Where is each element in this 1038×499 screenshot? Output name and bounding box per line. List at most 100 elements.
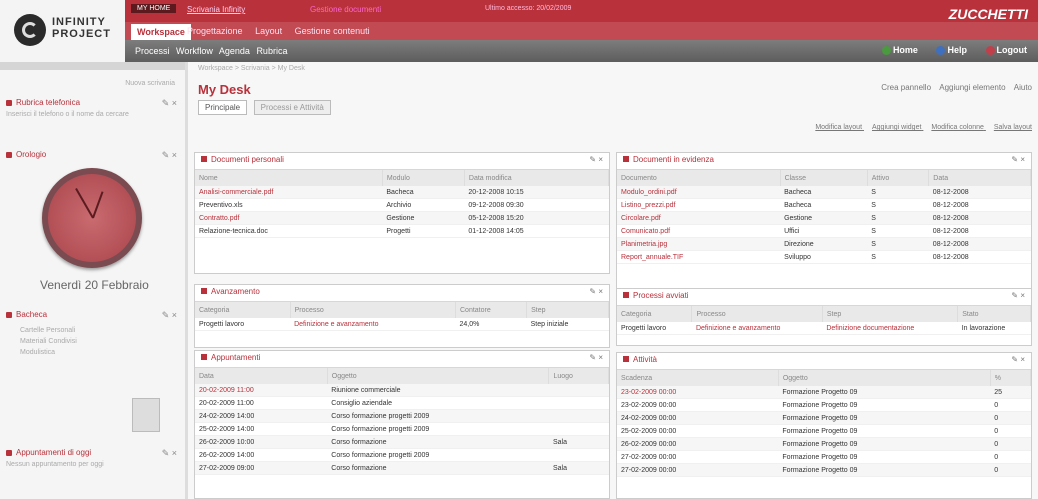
- table-row[interactable]: Report_annuale.TIF Sviluppo S 08-12-2008: [617, 250, 1031, 264]
- col-header[interactable]: Nome: [195, 170, 383, 186]
- col-header[interactable]: Scadenza: [617, 370, 779, 386]
- table-row[interactable]: Modulo_ordini.pdf Bacheca S 08-12-2008: [617, 186, 1031, 199]
- table-row[interactable]: Listino_prezzi.pdf Bacheca S 08-12-2008: [617, 198, 1031, 212]
- table-row[interactable]: Preventivo.xls Archivio 09-12-2008 09:30: [195, 198, 609, 212]
- top-bar: MY HOME Scrivania Infinity Gestione docu…: [125, 0, 1038, 22]
- col-header[interactable]: Data: [195, 368, 328, 384]
- table-row[interactable]: Progetti lavoro Definizione e avanzamento…: [617, 322, 1031, 335]
- table-row[interactable]: 25-02-2009 14:00 Corso formazione progett…: [195, 422, 609, 436]
- edit-columns-link[interactable]: Modifica colonne: [931, 124, 984, 131]
- bacheca-title: Bacheca: [6, 310, 179, 319]
- table-row[interactable]: 23-02-2009 00:00 Formazione Progetto 09 0: [617, 398, 1031, 412]
- section-controls[interactable]: ✎ ×: [162, 150, 177, 161]
- table-row[interactable]: 20-02-2009 11:00 Riunione commerciale: [195, 384, 609, 397]
- col-header[interactable]: Data modifica: [464, 170, 610, 186]
- tab-workspace[interactable]: Workspace: [131, 24, 191, 40]
- table-row[interactable]: 26-02-2009 10:00 Corso formazione Sala: [195, 435, 609, 449]
- col-header[interactable]: Classe: [780, 170, 868, 186]
- widget-controls[interactable]: ✎ ×: [1011, 355, 1025, 364]
- table-row[interactable]: Comunicato.pdf Uffici S 08-12-2008: [617, 224, 1031, 238]
- table-row[interactable]: 25-02-2009 00:00 Formazione Progetto 09 0: [617, 424, 1031, 438]
- col-header[interactable]: Categoria: [617, 306, 693, 322]
- activities-widget: Attività ✎ × Scadenza Oggetto% 23-02-2009 …: [616, 352, 1032, 499]
- table-row[interactable]: Progetti lavoro Definizione e avanzamento…: [195, 318, 609, 331]
- col-header[interactable]: Step: [526, 302, 609, 318]
- col-header[interactable]: Modulo: [382, 170, 465, 186]
- tab-layout[interactable]: Layout: [255, 26, 282, 36]
- tab-gestione[interactable]: Gestione contenuti: [295, 26, 370, 36]
- widget-icon: [201, 288, 207, 294]
- col-header[interactable]: Step: [822, 306, 959, 322]
- tab-progettazione[interactable]: Progettazione: [187, 26, 243, 36]
- personal-docs-table: Nome Modulo Data modifica Analisi-commerci…: [195, 170, 610, 238]
- section-controls[interactable]: ✎ ×: [162, 310, 177, 321]
- col-header[interactable]: %: [990, 370, 1032, 386]
- subnav-rubrica[interactable]: Rubrica: [256, 46, 287, 56]
- col-header[interactable]: Oggetto: [778, 370, 991, 386]
- help-button[interactable]: Help: [933, 45, 970, 56]
- table-row[interactable]: 27-02-2009 00:00 Formazione Progetto 09 0: [617, 450, 1031, 464]
- table-row[interactable]: Relazione-tecnica.doc Progetti 01-12-2008 …: [195, 224, 609, 238]
- add-widget-link[interactable]: Aggiungi widget: [872, 124, 921, 131]
- logo-area: INFINITY PROJECT: [0, 0, 125, 62]
- top-link-desk[interactable]: Scrivania Infinity: [187, 5, 245, 14]
- section-controls[interactable]: ✎ ×: [162, 448, 177, 459]
- col-header[interactable]: Processo: [290, 302, 457, 318]
- help-link[interactable]: Aiuto: [1014, 83, 1032, 92]
- col-header[interactable]: Processo: [691, 306, 823, 322]
- create-panel-button[interactable]: Crea pannello: [881, 83, 931, 92]
- table-row[interactable]: Planimetria.jpg Direzione S 08-12-2008: [617, 237, 1031, 251]
- tab-processi[interactable]: Processi e Attività: [253, 100, 331, 115]
- rubrica-title: Rubrica telefonica: [6, 98, 179, 107]
- col-header[interactable]: Luogo: [548, 368, 609, 384]
- widget-controls[interactable]: ✎ ×: [589, 353, 603, 362]
- add-element-button[interactable]: Aggiungi elemento: [939, 83, 1005, 92]
- table-row[interactable]: Analisi-commerciale.pdf Bacheca 20-12-2008…: [195, 186, 609, 199]
- top-link-docs[interactable]: Gestione documenti: [310, 5, 381, 14]
- subnav-processi[interactable]: Processi: [135, 46, 170, 56]
- subnav-agenda[interactable]: Agenda: [219, 46, 250, 56]
- col-header[interactable]: Categoria: [195, 302, 291, 318]
- col-header[interactable]: Attivo: [867, 170, 930, 186]
- table-row[interactable]: Contratto.pdf Gestione 05-12-2008 15:20: [195, 211, 609, 225]
- table-row[interactable]: 27-02-2009 00:00 Formazione Progetto 09 0: [617, 463, 1031, 477]
- progress-table: Categoria Processo Contatore Step Progetti …: [195, 302, 609, 331]
- appointments-today-title: Appuntamenti di oggi: [6, 448, 179, 457]
- tab-principale[interactable]: Principale: [198, 100, 248, 115]
- edit-layout-link[interactable]: Modifica layout: [815, 124, 862, 131]
- table-row[interactable]: 27-02-2009 09:00 Corso formazione Sala: [195, 461, 609, 475]
- logo-line1: INFINITY: [52, 16, 106, 28]
- table-row[interactable]: 24-02-2009 14:00 Corso formazione progett…: [195, 409, 609, 423]
- table-row[interactable]: 26-02-2009 14:00 Corso formazione progett…: [195, 448, 609, 462]
- section-controls[interactable]: ✎ ×: [162, 98, 177, 109]
- widget-controls[interactable]: ✎ ×: [1011, 155, 1025, 164]
- logout-button[interactable]: Logout: [983, 45, 1031, 56]
- table-row[interactable]: 24-02-2009 00:00 Formazione Progetto 09 0: [617, 411, 1031, 425]
- col-header[interactable]: Stato: [957, 306, 1031, 322]
- table-row[interactable]: Circolare.pdf Gestione S 08-12-2008: [617, 211, 1031, 225]
- table-row[interactable]: 23-02-2009 00:00 Formazione Progetto 09 25: [617, 386, 1031, 399]
- user-badge[interactable]: MY HOME: [131, 4, 177, 13]
- table-row[interactable]: 26-02-2009 00:00 Formazione Progetto 09 0: [617, 437, 1031, 451]
- home-button[interactable]: Home: [879, 45, 921, 56]
- widget-controls[interactable]: ✎ ×: [589, 155, 603, 164]
- bacheca-item[interactable]: Materiali Condivisi: [6, 336, 179, 347]
- col-header[interactable]: Data: [928, 170, 1031, 186]
- col-header[interactable]: Oggetto: [327, 368, 550, 384]
- logout-label: Logout: [996, 45, 1028, 55]
- page-title: My Desk: [198, 82, 251, 97]
- new-desk-link[interactable]: Nuova scrivania: [125, 80, 175, 87]
- table-row[interactable]: 20-02-2009 11:00 Consiglio aziendale: [195, 396, 609, 410]
- save-layout-link[interactable]: Salva layout: [994, 124, 1032, 131]
- widget-controls[interactable]: ✎ ×: [589, 287, 603, 296]
- home-icon: [881, 46, 891, 56]
- bacheca-item[interactable]: Cartelle Personali: [6, 325, 179, 336]
- col-header[interactable]: Documento: [617, 170, 781, 186]
- layout-links: Modifica layout Aggiungi widget Modifica…: [807, 124, 1032, 131]
- widget-controls[interactable]: ✎ ×: [1011, 291, 1025, 300]
- logo-text: INFINITY PROJECT: [52, 16, 111, 40]
- subnav-workflow[interactable]: Workflow: [176, 46, 213, 56]
- widget-title: Documenti in evidenza: [633, 155, 714, 164]
- bacheca-item[interactable]: Modulistica: [6, 347, 179, 358]
- col-header[interactable]: Contatore: [455, 302, 528, 318]
